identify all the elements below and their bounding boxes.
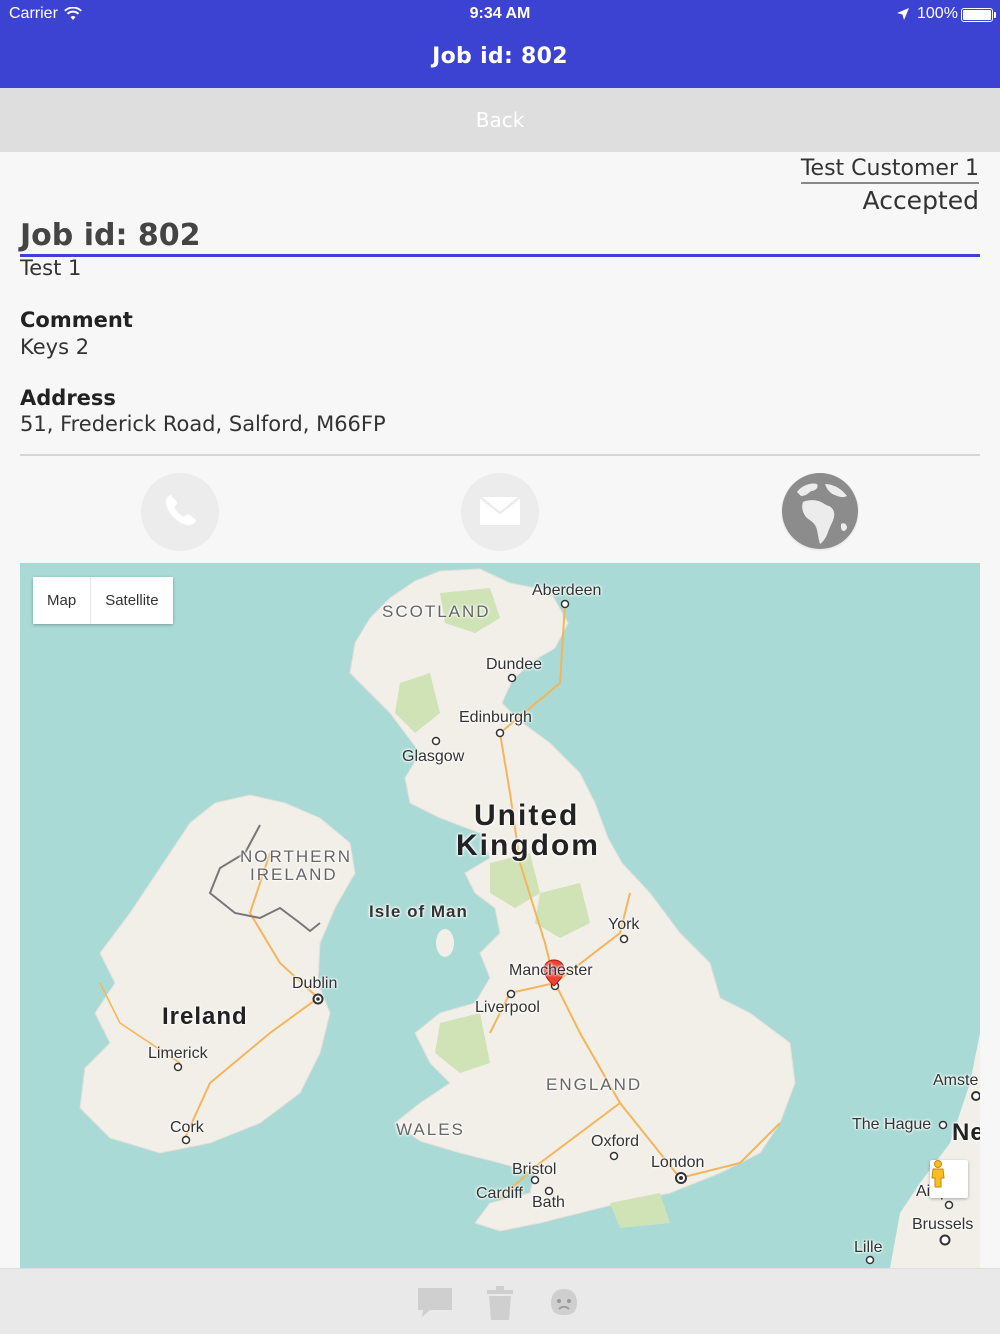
sad-face-icon: [549, 1289, 579, 1320]
map-label: London: [651, 1154, 705, 1171]
comment-label: Comment: [20, 308, 133, 332]
map-label: WALES: [396, 1120, 465, 1139]
map-view[interactable]: Aberdeen SCOTLAND Dundee Edinburgh Glasg…: [20, 563, 980, 1268]
map-label: Dundee: [486, 656, 543, 673]
map-label: The Hague: [852, 1116, 932, 1133]
job-title: Job id: 802: [20, 218, 980, 257]
chat-button[interactable]: [416, 1285, 454, 1322]
map-type-map-button[interactable]: Map: [33, 577, 91, 624]
chat-icon: [416, 1288, 454, 1322]
map-label: IRELAND: [250, 865, 338, 884]
map-label: SCOTLAND: [382, 602, 491, 621]
top-bar: Carrier 9:34 AM 100% Job id: 802: [0, 0, 1000, 88]
map-label: United: [474, 799, 580, 832]
map-label: Liverpool: [475, 999, 540, 1016]
map-label: Lille: [854, 1239, 883, 1256]
map-label: NORTHERN: [240, 847, 353, 866]
call-button[interactable]: [141, 473, 219, 551]
map-label: Dublin: [292, 975, 338, 992]
map-label: Aberdeen: [532, 582, 602, 599]
battery-icon: [961, 8, 996, 22]
map-label: ENGLAND: [546, 1075, 643, 1094]
nav-title: Job id: 802: [432, 44, 568, 69]
issue-button[interactable]: [549, 1287, 579, 1320]
location-arrow-icon: [896, 7, 910, 26]
bottom-toolbar: [0, 1268, 1000, 1334]
street-view-pegman[interactable]: [930, 1160, 968, 1198]
map-label: Glasgow: [402, 748, 465, 765]
job-description: Test 1: [20, 256, 82, 280]
status-bar: Carrier 9:34 AM 100%: [0, 4, 1000, 26]
map-label: Manchester: [509, 962, 593, 979]
divider: [20, 454, 980, 456]
customer-link[interactable]: Test Customer 1: [800, 156, 979, 184]
map-label: Ne: [952, 1119, 980, 1146]
map-label: Cardiff: [476, 1185, 523, 1202]
map-type-control: Map Satellite: [33, 577, 173, 624]
address-value: 51, Frederick Road, Salford, M66FP: [20, 412, 386, 436]
map-label: Bath: [532, 1194, 565, 1211]
map-label: Cork: [170, 1119, 204, 1136]
job-status: Accepted: [862, 186, 979, 215]
delete-button[interactable]: [485, 1285, 515, 1324]
trash-icon: [485, 1286, 515, 1324]
map-label: Brussels: [912, 1216, 974, 1233]
map-label: Limerick: [148, 1045, 208, 1062]
map-label: Kingdom: [456, 829, 600, 862]
map-label: Amste: [933, 1072, 979, 1089]
email-button[interactable]: [461, 473, 539, 551]
map-type-satellite-button[interactable]: Satellite: [90, 577, 173, 624]
map-label: Isle of Man: [369, 902, 468, 921]
back-bar: Back: [0, 88, 1000, 152]
website-button[interactable]: [781, 472, 859, 553]
globe-icon: [781, 472, 859, 553]
comment-value: Keys 2: [20, 335, 90, 359]
map-label: Edinburgh: [459, 709, 532, 726]
email-icon: [479, 495, 521, 530]
map-label: Ireland: [162, 1003, 248, 1030]
back-button[interactable]: Back: [0, 88, 1000, 152]
phone-icon: [160, 491, 200, 534]
map-label: Bristol: [512, 1161, 557, 1178]
clock: 9:34 AM: [469, 5, 531, 22]
map-label: York: [608, 916, 640, 933]
battery-percent: 100%: [917, 5, 958, 22]
map-label: Oxford: [591, 1133, 640, 1150]
address-label: Address: [20, 386, 116, 410]
